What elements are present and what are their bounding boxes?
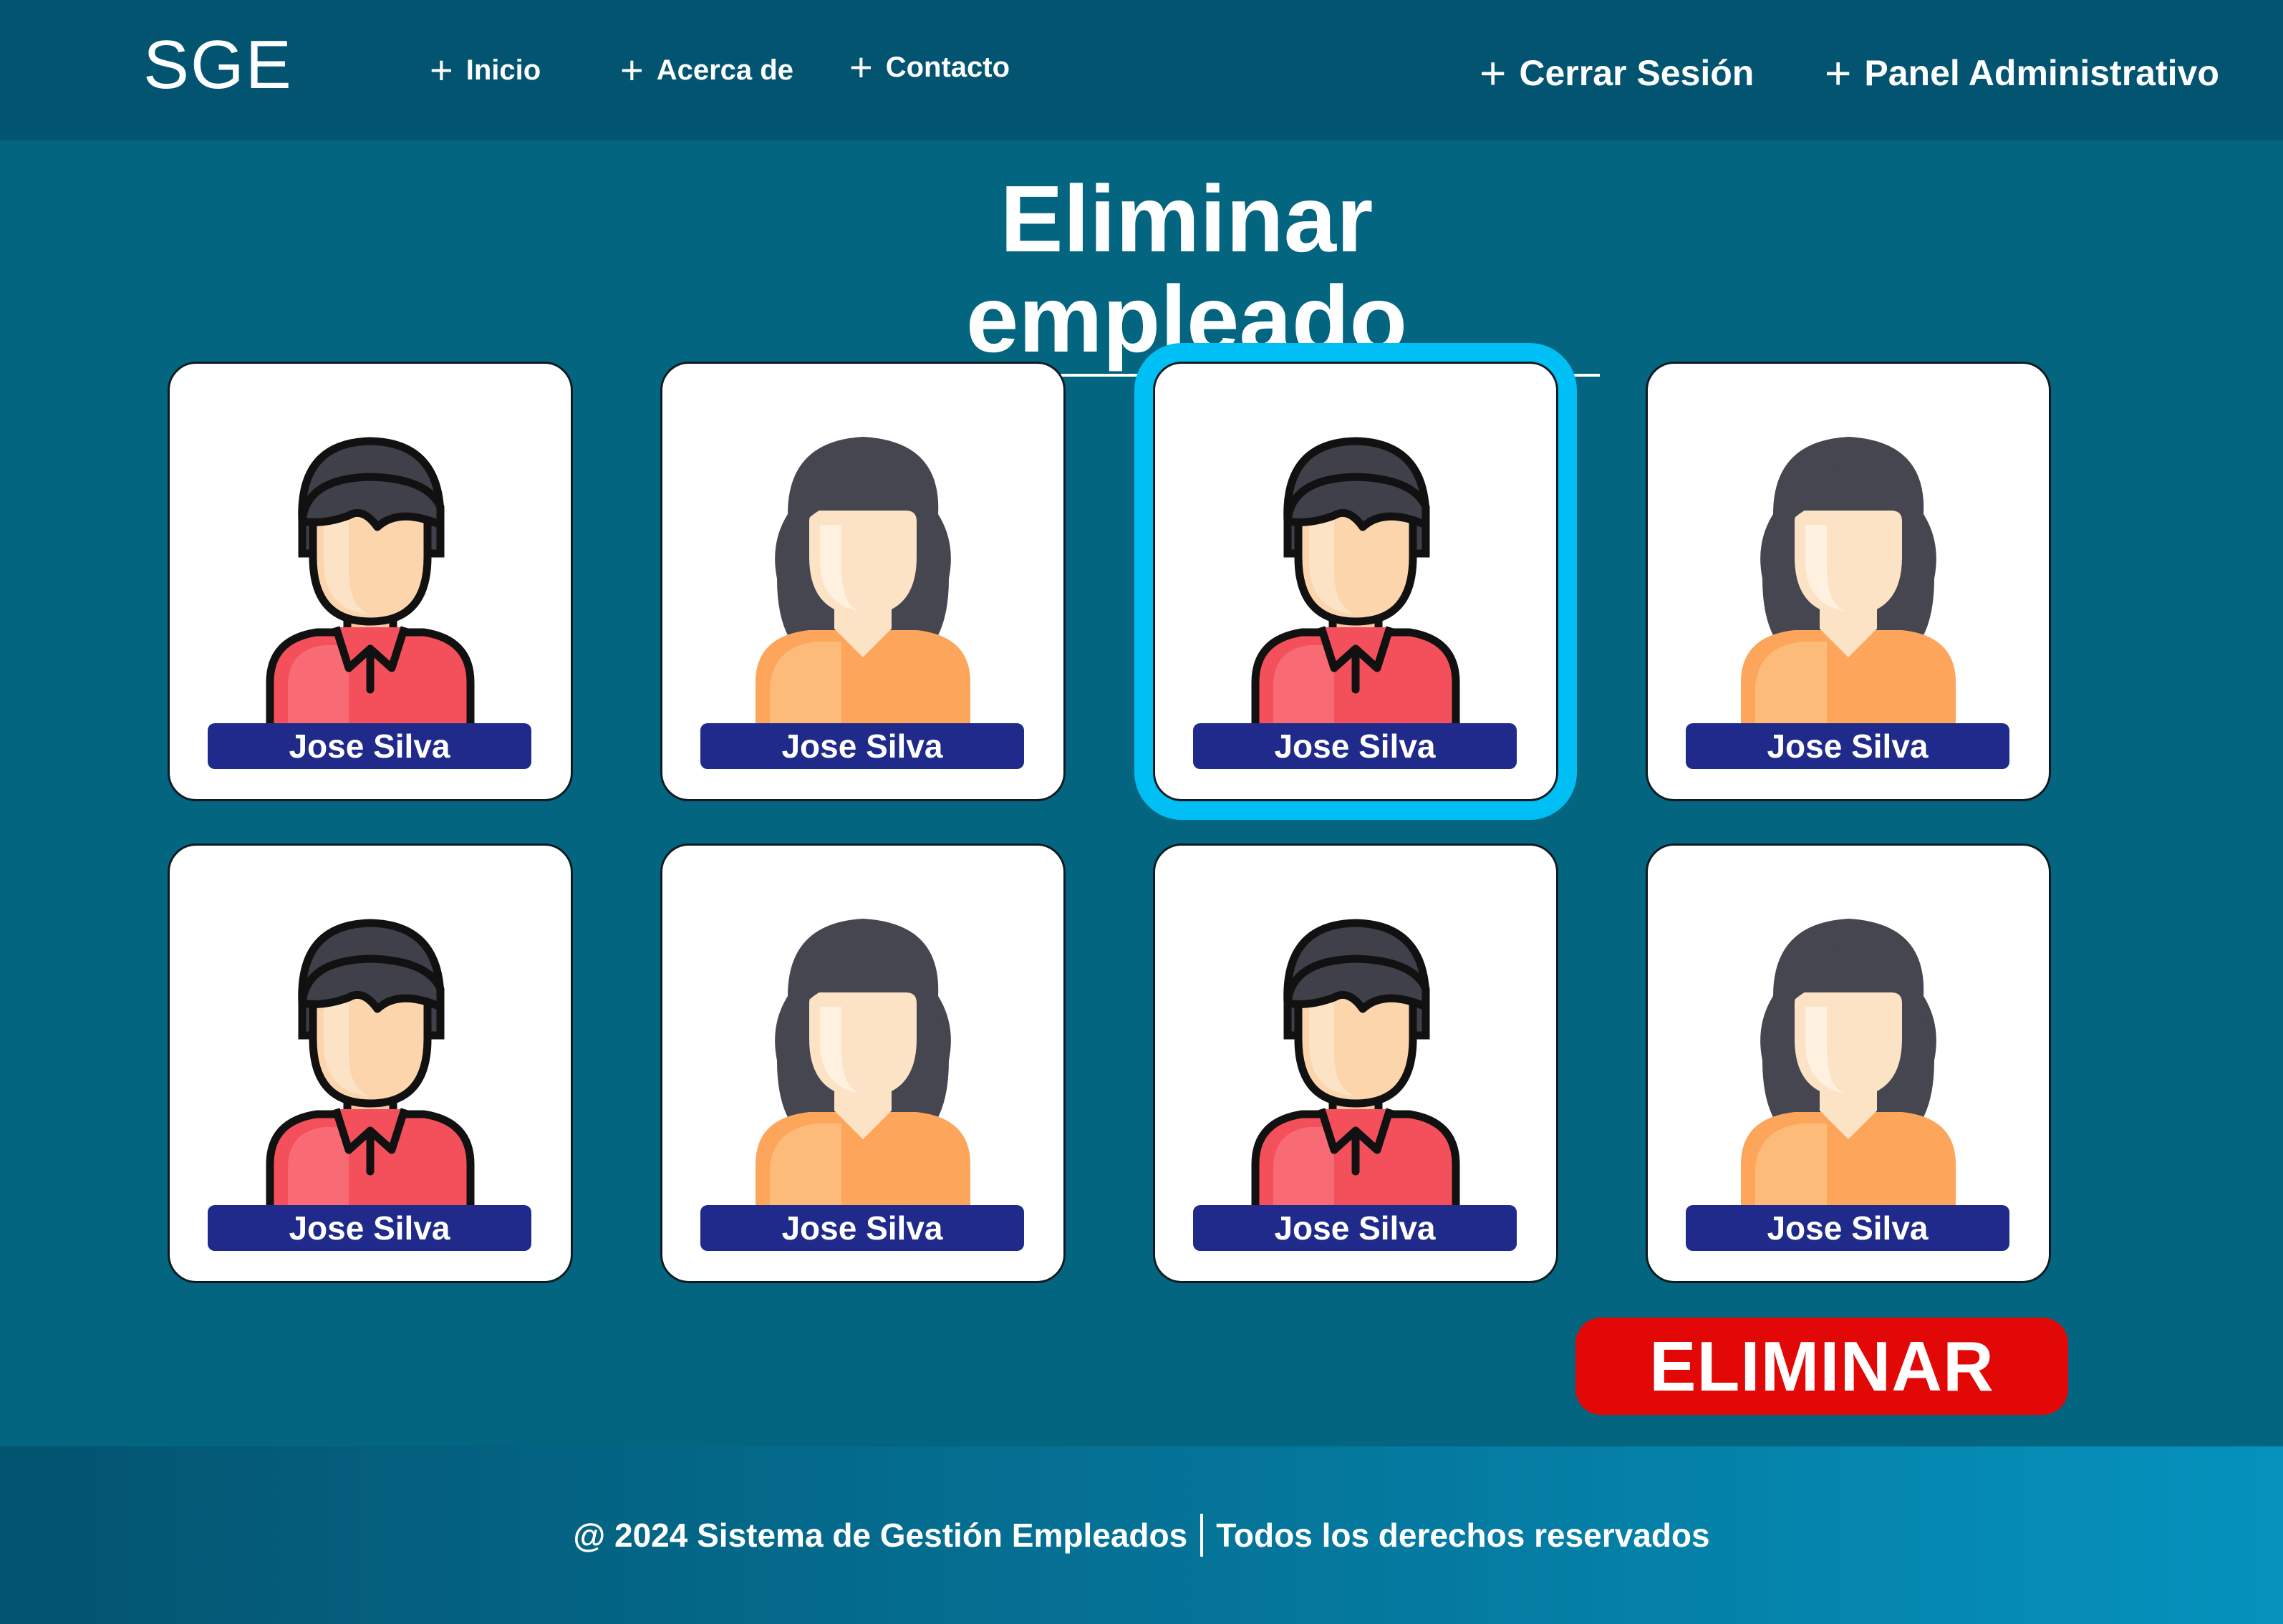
nav-item-inicio[interactable]: + Inicio bbox=[430, 50, 541, 90]
delete-button[interactable]: ELIMINAR bbox=[1575, 1318, 2068, 1415]
footer-copyright: @ 2024 Sistema de Gestión Empleados bbox=[573, 1517, 1188, 1554]
nav-label: Panel Administrativo bbox=[1864, 53, 2219, 93]
employee-name: Jose Silva bbox=[700, 723, 1024, 769]
female-avatar-icon bbox=[662, 881, 1063, 1211]
employee-name: Jose Silva bbox=[700, 1205, 1024, 1251]
male-avatar-icon bbox=[1155, 400, 1556, 729]
employee-card-selected[interactable]: Jose Silva bbox=[1153, 362, 1558, 801]
plus-icon: + bbox=[620, 47, 644, 92]
footer-rights: Todos los derechos reservados bbox=[1216, 1517, 1710, 1554]
female-avatar-icon bbox=[1648, 881, 2049, 1211]
nav-item-cerrar-sesion[interactable]: + Cerrar Sesión bbox=[1480, 50, 1754, 96]
nav-label: Acerca de bbox=[656, 54, 793, 86]
female-avatar-icon bbox=[1648, 400, 2049, 729]
employee-card[interactable]: Jose Silva bbox=[168, 362, 573, 801]
footer: @ 2024 Sistema de Gestión Empleados Todo… bbox=[0, 1446, 2283, 1624]
female-avatar-icon bbox=[662, 400, 1063, 729]
male-avatar-icon bbox=[170, 881, 571, 1211]
employee-name: Jose Silva bbox=[208, 723, 531, 769]
employee-card[interactable]: Jose Silva bbox=[168, 844, 573, 1283]
nav-item-acerca-de[interactable]: + Acerca de bbox=[620, 50, 793, 90]
employee-card[interactable]: Jose Silva bbox=[1646, 844, 2051, 1283]
plus-icon: + bbox=[430, 47, 453, 92]
employee-card[interactable]: Jose Silva bbox=[1646, 362, 2051, 801]
male-avatar-icon bbox=[1155, 881, 1556, 1211]
plus-icon: + bbox=[1825, 47, 1852, 99]
employee-name: Jose Silva bbox=[1193, 723, 1517, 769]
employee-card[interactable]: Jose Silva bbox=[1153, 844, 1558, 1283]
plus-icon: + bbox=[849, 44, 873, 90]
plus-icon: + bbox=[1480, 47, 1507, 99]
footer-divider bbox=[1200, 1514, 1204, 1557]
employee-name: Jose Silva bbox=[208, 1205, 531, 1251]
nav-label: Inicio bbox=[465, 54, 541, 86]
brand-logo[interactable]: SGE bbox=[143, 26, 293, 105]
employee-name: Jose Silva bbox=[1193, 1205, 1517, 1251]
employee-name: Jose Silva bbox=[1686, 1205, 2009, 1251]
employee-card[interactable]: Jose Silva bbox=[660, 844, 1066, 1283]
top-navbar: SGE + Inicio + Acerca de + Contacto + Ce… bbox=[0, 0, 2283, 140]
employee-card[interactable]: Jose Silva bbox=[660, 362, 1066, 801]
male-avatar-icon bbox=[170, 400, 571, 729]
nav-label: Cerrar Sesión bbox=[1519, 53, 1755, 93]
nav-item-panel-administrativo[interactable]: + Panel Administrativo bbox=[1825, 50, 2219, 96]
page-title: Eliminar empleado bbox=[773, 169, 1600, 377]
nav-label: Contacto bbox=[885, 51, 1010, 83]
employee-name: Jose Silva bbox=[1686, 723, 2009, 769]
nav-item-contacto[interactable]: + Contacto bbox=[849, 47, 1010, 87]
